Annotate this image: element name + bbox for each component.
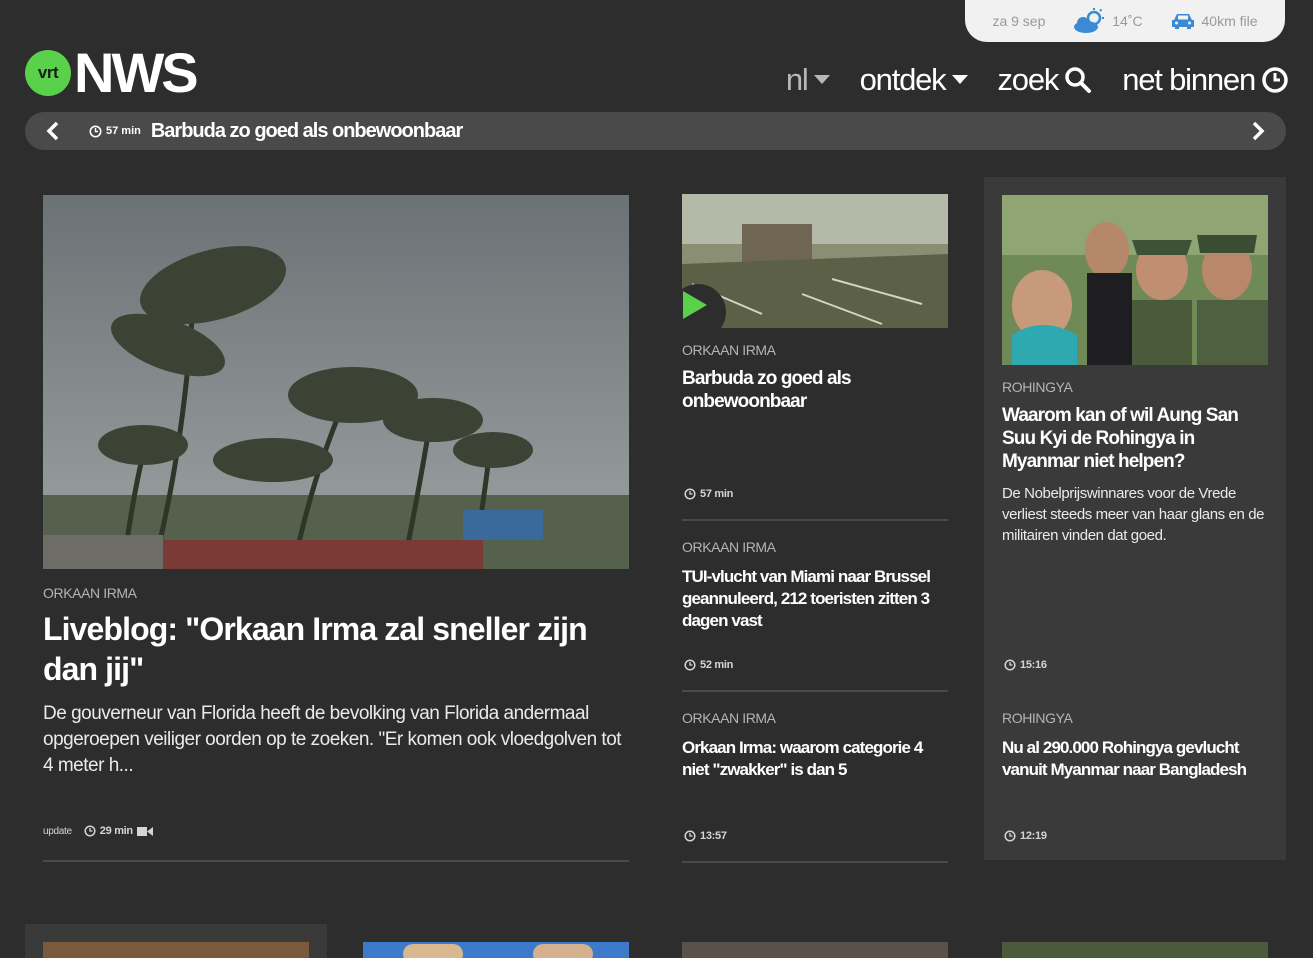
clock-icon	[684, 488, 696, 500]
middle-article-1: ORKAAN IRMA Barbuda zo goed als onbewoon…	[682, 342, 948, 413]
clock-icon	[1262, 67, 1288, 93]
middle-article-2: ORKAAN IRMA TUI-vlucht van Miami naar Br…	[682, 539, 948, 632]
nav-net-binnen[interactable]: net binnen	[1122, 62, 1289, 98]
clock-icon	[84, 825, 96, 837]
right-article-2-headline-link[interactable]: Nu al 290.000 Rohingya gevlucht vanuit M…	[1002, 737, 1272, 781]
lead-article: ORKAAN IRMA Liveblog: "Orkaan Irma zal s…	[43, 585, 633, 779]
middle-article-2-meta: 52 min	[684, 659, 733, 671]
temperature-text: 14˚C	[1112, 13, 1143, 29]
bottom-article-4-image[interactable]	[1002, 942, 1268, 958]
right-article-1-meta: 15:16	[1004, 659, 1047, 671]
traffic-widget[interactable]: 40km file	[1170, 11, 1258, 31]
nav-zoek-label: zoek	[997, 62, 1060, 97]
right-article-2-time: 12:19	[1020, 830, 1047, 842]
middle-article-1-headline-link[interactable]: Barbuda zo goed als onbewoonbaar	[682, 367, 948, 413]
right-article-1: ROHINGYA Waarom kan of wil Aung San Suu …	[1002, 379, 1272, 546]
chevron-right-icon	[1252, 121, 1265, 141]
right-article-2-kicker: ROHINGYA	[1002, 710, 1073, 726]
nav-language-label: nl	[785, 62, 809, 97]
middle-article-2-headline-link[interactable]: TUI-vlucht van Miami naar Brussel geannu…	[682, 566, 948, 632]
chevron-left-icon	[46, 121, 59, 141]
ticker-prev-button[interactable]	[25, 112, 81, 150]
right-article-2-meta: 12:19	[1004, 830, 1047, 842]
middle-article-1-kicker: ORKAAN IRMA	[682, 342, 776, 358]
traffic-text: 40km file	[1201, 13, 1258, 29]
middle-article-2-kicker: ORKAAN IRMA	[682, 539, 776, 555]
nav-zoek[interactable]: zoek	[998, 62, 1093, 98]
ticker-time-text: 57 min	[106, 125, 141, 137]
aung-san-suu-kyi-image	[1002, 195, 1268, 365]
middle-article-3-time: 13:57	[700, 830, 727, 842]
clock-icon	[684, 830, 696, 842]
lead-meta: update 29 min	[43, 825, 153, 837]
middle-article-1-time: 57 min	[700, 488, 734, 500]
date-text: za 9 sep	[992, 13, 1046, 29]
lead-time: 29 min	[99, 825, 133, 837]
middle-divider-2	[682, 690, 948, 692]
vrt-nws-logo[interactable]: vrt NWS	[25, 41, 199, 104]
bottom-article-3-image[interactable]	[682, 942, 948, 958]
clock-icon	[1004, 830, 1016, 842]
lead-divider	[43, 860, 629, 862]
clock-icon	[1004, 659, 1016, 671]
lead-article-image[interactable]	[43, 195, 629, 569]
video-camera-icon	[136, 826, 153, 836]
right-article-1-headline-link[interactable]: Waarom kan of wil Aung San Suu Kyi de Ro…	[1002, 404, 1272, 473]
ticker-headline-link[interactable]: Barbuda zo goed als onbewoonbaar	[151, 120, 463, 143]
play-icon	[683, 291, 707, 319]
weather-widget[interactable]: 14˚C	[1072, 8, 1143, 34]
middle-article-3-kicker: ORKAAN IRMA	[682, 710, 776, 726]
middle-article-3: ORKAAN IRMA Orkaan Irma: waarom categori…	[682, 710, 948, 781]
ticker-time: 57 min	[89, 125, 141, 138]
car-icon	[1171, 14, 1194, 29]
search-icon	[1065, 67, 1092, 93]
utility-bar: za 9 sep 14˚C 40km file	[965, 0, 1285, 42]
right-article-1-summary: De Nobelprijswinnares voor de Vrede verl…	[1002, 485, 1265, 544]
right-article-1-image[interactable]	[1002, 195, 1268, 365]
right-article-1-time: 15:16	[1020, 659, 1047, 671]
lead-summary: De gouverneur van Florida heeft de bevol…	[43, 703, 622, 776]
bottom-article-1-image[interactable]	[43, 942, 309, 958]
chevron-down-icon	[813, 75, 830, 84]
middle-article-1-image[interactable]	[682, 194, 948, 328]
middle-article-3-headline-link[interactable]: Orkaan Irma: waarom categorie 4 niet "zw…	[682, 737, 948, 781]
chevron-down-icon	[951, 75, 968, 84]
middle-article-1-meta: 57 min	[684, 488, 733, 500]
right-article-1-kicker: ROHINGYA	[1002, 379, 1073, 395]
lead-kicker: ORKAAN IRMA	[43, 585, 137, 601]
nav-net-binnen-label: net binnen	[1122, 62, 1256, 97]
middle-article-3-meta: 13:57	[684, 830, 727, 842]
bottom-article-2-image[interactable]	[363, 942, 629, 958]
clock-icon	[89, 125, 102, 137]
ticker-next-button[interactable]	[1230, 112, 1286, 150]
nav-ontdek-label: ontdek	[859, 62, 947, 97]
right-article-2: ROHINGYA Nu al 290.000 Rohingya gevlucht…	[1002, 710, 1272, 781]
nav-language[interactable]: nl	[786, 62, 830, 98]
update-label: update	[43, 825, 72, 837]
nav-ontdek[interactable]: ontdek	[860, 62, 968, 98]
main-nav: nl ontdek zoek net binnen	[786, 62, 1289, 98]
middle-divider-3	[682, 861, 948, 863]
date-display: za 9 sep	[992, 13, 1045, 29]
weather-icon	[1074, 8, 1105, 33]
clock-icon	[684, 659, 696, 671]
lead-headline-link[interactable]: Liveblog: "Orkaan Irma zal sneller zijn …	[43, 609, 633, 689]
middle-article-2-time: 52 min	[700, 659, 734, 671]
nws-wordmark: NWS	[74, 41, 199, 104]
vrt-badge: vrt	[25, 50, 71, 96]
middle-divider-1	[682, 519, 948, 521]
storm-palm-trees-image	[43, 195, 629, 569]
news-ticker: 57 min Barbuda zo goed als onbewoonbaar	[25, 112, 1286, 150]
